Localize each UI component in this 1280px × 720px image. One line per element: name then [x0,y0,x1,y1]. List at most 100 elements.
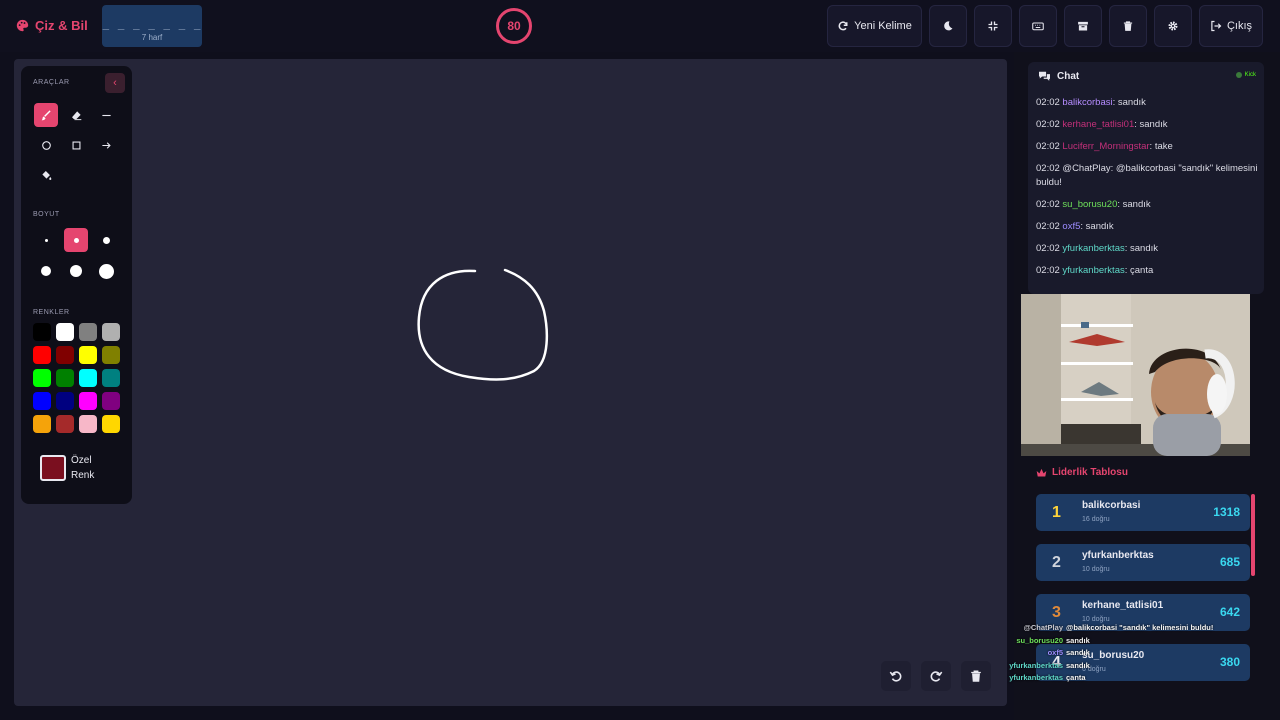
leaderboard-score: 642 [1219,605,1240,619]
color-swatch[interactable] [102,346,120,364]
size-option-5[interactable] [64,259,88,283]
color-swatch[interactable] [56,346,74,364]
size-option-3[interactable] [94,228,118,252]
size-option-2[interactable] [64,228,88,252]
overlay-message: yfurkanberktas sandık [1000,660,1240,673]
leaderboard-row: 1 balikcorbasi 16 doğru 1318 [1036,494,1250,531]
theme-toggle-button[interactable] [929,5,967,47]
color-swatch[interactable] [79,346,97,364]
leaderboard-rank: 2 [1052,554,1061,571]
chat-message: 02:02 yfurkanberktas: sandık [1036,242,1258,256]
word-dashes: _ _ _ _ _ _ _ [102,17,202,30]
color-swatch[interactable] [79,323,97,341]
circle-tool[interactable] [34,133,58,157]
clear-button[interactable] [1109,5,1147,47]
eraser-tool[interactable] [64,103,88,127]
fill-bucket-icon [41,170,51,180]
collapse-panel-button[interactable]: ‹ [105,73,125,93]
clear-canvas-button[interactable] [961,661,991,691]
chat-header: Chat [1038,71,1079,82]
chat-message: 02:02 oxf5: sandık [1036,220,1258,234]
redo-icon [930,671,943,682]
color-swatch[interactable] [102,415,120,433]
size-option-1[interactable] [34,228,58,252]
redo-button[interactable] [921,661,951,691]
word-letter-count: 7 harf [141,33,163,42]
leaderboard-name: yfurkanberktas [1082,550,1154,561]
custom-color-picker[interactable] [40,455,66,481]
line-tool[interactable] [94,103,118,127]
keyboard-button[interactable] [1019,5,1057,47]
sign-out-icon [1211,20,1222,32]
color-swatch[interactable] [56,392,74,410]
leaderboard-correct-count: 16 doğru [1082,516,1110,523]
exit-button[interactable]: Çıkış [1199,5,1263,47]
chat-message-user[interactable]: yfurkanberktas [1062,265,1124,276]
color-swatch[interactable] [33,369,51,387]
chat-message-user[interactable]: kerhane_tatlisi01 [1062,119,1134,130]
brush-icon [41,109,51,120]
leaderboard-score: 1318 [1213,505,1240,519]
chat-message: 02:02 kerhane_tatlisi01: sandık [1036,118,1258,132]
size-option-4[interactable] [34,259,58,283]
overlay-message: yfurkanberktas çanta [1000,672,1240,685]
overlay-text: çanta [1066,673,1086,682]
leaderboard-header: Liderlik Tablosu [1036,467,1128,478]
color-swatch[interactable] [79,415,97,433]
chat-message-time: 02:02 [1036,119,1060,130]
keyboard-icon [1032,22,1044,31]
chat-message-text: : take [1149,141,1173,152]
chat-title: Chat [1057,71,1080,82]
color-swatch[interactable] [33,346,51,364]
color-swatch[interactable] [56,323,74,341]
fullscreen-toggle-button[interactable] [974,5,1012,47]
chat-message-time: 02:02 [1036,265,1060,276]
chat-message-user[interactable]: oxf5 [1062,221,1080,232]
color-swatch[interactable] [102,392,120,410]
chat-message-user[interactable]: Luciferr_Morningstar [1062,141,1149,152]
chat-message-user[interactable]: yfurkanberktas [1062,243,1124,254]
trash-icon [971,670,981,682]
color-swatch[interactable] [56,415,74,433]
color-swatch[interactable] [79,369,97,387]
brush-tool[interactable] [34,103,58,127]
tools-section-label: ARAÇLAR [33,79,70,86]
drawing-canvas[interactable] [14,59,1007,706]
status-dot-icon [1235,72,1242,78]
circle-icon [41,140,51,150]
size-option-6[interactable] [94,259,118,283]
new-word-button[interactable]: Yeni Kelime [827,5,922,47]
timer-value: 80 [507,19,521,33]
app-title: Çiz & Bil [35,18,88,33]
chat-message-time: 02:02 [1036,199,1060,210]
leaderboard-name: kerhane_tatlisi01 [1082,600,1164,611]
stream-chat-overlay: @ChatPlay @balikcorbasi "sandık" kelimesi… [1000,622,1240,685]
leaderboard-rank: 3 [1052,604,1061,621]
color-swatch[interactable] [102,323,120,341]
settings-button[interactable] [1154,5,1192,47]
arrow-tool[interactable] [94,133,118,157]
chat-message-user[interactable]: balikcorbasi [1062,97,1112,108]
chat-message-text: : çanta [1124,265,1154,276]
chat-message-text: : sandık [1124,243,1159,254]
color-swatch[interactable] [33,323,51,341]
color-swatch[interactable] [79,392,97,410]
color-swatch[interactable] [33,392,51,410]
overlay-message: su_borusu20 sandık [1000,635,1240,648]
leaderboard-scrollbar[interactable] [1251,494,1255,576]
chat-message-text: : sandık [1134,119,1168,130]
undo-button[interactable] [881,661,911,691]
fill-tool[interactable] [34,163,58,187]
eraser-icon [71,110,81,120]
square-icon [72,141,80,149]
moon-icon [944,21,953,31]
rectangle-tool[interactable] [64,133,88,157]
top-bar: Çiz & Bil _ _ _ _ _ _ _ 7 harf 80 Yeni K… [0,0,1280,52]
color-swatch[interactable] [33,415,51,433]
chat-message-user[interactable]: su_borusu20 [1062,199,1117,210]
color-swatch[interactable] [102,369,120,387]
archive-button[interactable] [1064,5,1102,47]
chat-message-user[interactable]: @ChatPlay [1062,163,1110,174]
color-swatch[interactable] [56,369,74,387]
overlay-user: yfurkanberktas [1009,673,1063,682]
